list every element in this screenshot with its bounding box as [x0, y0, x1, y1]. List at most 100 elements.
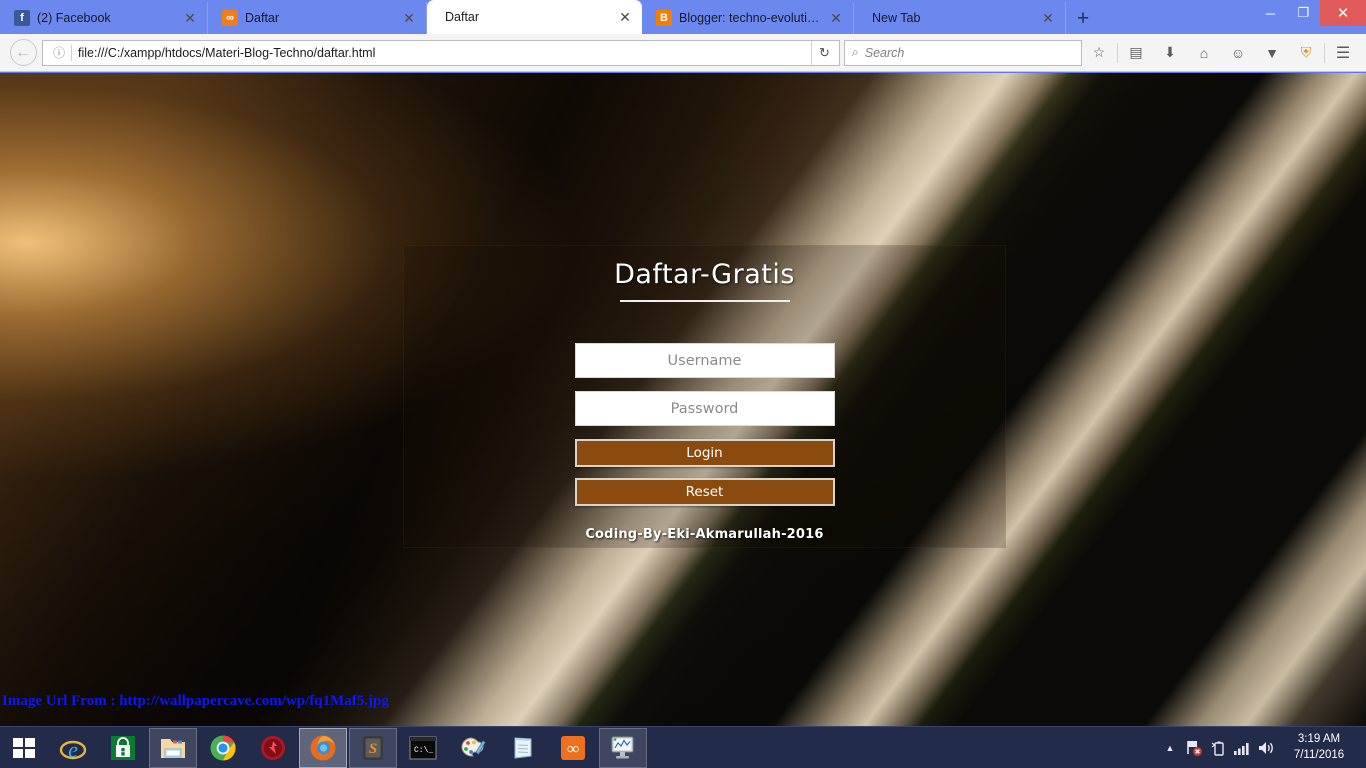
clock-date[interactable]: 3:19 AM 7/11/2016: [1278, 727, 1360, 768]
maximize-button[interactable]: ❐: [1287, 0, 1320, 26]
paint-icon[interactable]: [449, 728, 497, 768]
image-url-credit[interactable]: Image Url From : http://wallpapercave.co…: [2, 693, 389, 710]
toolbar-divider: [1117, 42, 1118, 63]
tab-close-icon[interactable]: ✕: [614, 6, 636, 28]
svg-text:e: e: [68, 737, 78, 762]
coding-credit-text: Coding-By-Eki-Akmarullah-2016: [585, 527, 824, 542]
browser-tab-daftar-active[interactable]: Daftar ✕: [427, 0, 642, 34]
signal-strength-icon[interactable]: [1230, 727, 1254, 768]
network-error-glyph: [1187, 740, 1202, 756]
facebook-icon: f: [14, 10, 30, 26]
title-underline: [619, 300, 790, 302]
monitor-graph-glyph: [611, 736, 634, 758]
tab-label: New Tab: [872, 11, 921, 25]
svg-text:∞: ∞: [567, 739, 579, 758]
svg-text:C:\_: C:\_: [414, 746, 433, 755]
tab-close-icon[interactable]: ✕: [398, 7, 420, 29]
search-icon: ⌕: [852, 45, 859, 59]
store-glyph: [111, 735, 135, 760]
sync-chat-icon[interactable]: ☺: [1221, 38, 1255, 68]
sublime-glyph: S: [363, 735, 383, 760]
tab-close-icon[interactable]: ✕: [1037, 7, 1059, 29]
battery-glyph: [1211, 740, 1224, 756]
firefox-icon[interactable]: [299, 727, 347, 768]
sublime-text-icon[interactable]: S: [349, 727, 397, 768]
toolbar-icon-group: ☆ ▤ ⬇ ⌂ ☺ ▼ ⛨ ☰: [1082, 38, 1360, 68]
login-button[interactable]: Login: [574, 439, 835, 467]
clock-time: 3:19 AM: [1297, 732, 1341, 745]
xampp-icon: ∞: [222, 10, 238, 26]
tab-strip: f (2) Facebook ✕ ∞ Daftar ✕ Daftar ✕ B B…: [0, 0, 1366, 34]
tab-strip-spacer: [1100, 2, 1254, 34]
page-viewport: Daftar-Gratis Username Password Login Re…: [0, 73, 1366, 726]
password-input[interactable]: Password: [574, 391, 835, 426]
windows-taskbar: e S C:\_ ∞ ▲ 3:19 AM 7/11/2016: [0, 726, 1366, 768]
username-input[interactable]: Username: [574, 343, 835, 378]
page-title: Daftar-Gratis: [614, 259, 795, 290]
site-identity-icon[interactable]: ⓘ: [49, 43, 69, 63]
tab-label: Blogger: techno-evolution...: [679, 11, 825, 25]
clock-date-value: 7/11/2016: [1293, 748, 1345, 761]
firefox-browser-window: f (2) Facebook ✕ ∞ Daftar ✕ Daftar ✕ B B…: [0, 0, 1366, 726]
new-tab-button[interactable]: +: [1066, 2, 1100, 34]
pocket-icon[interactable]: ▼: [1255, 38, 1289, 68]
tab-close-icon[interactable]: ✕: [825, 7, 847, 29]
urlbar-divider: [71, 44, 72, 61]
tab-label: (2) Facebook: [37, 11, 111, 25]
browser-tab-new-tab[interactable]: New Tab ✕: [854, 2, 1066, 34]
show-hidden-icons-icon[interactable]: ▲: [1158, 727, 1182, 768]
downloads-icon[interactable]: ⬇: [1153, 38, 1187, 68]
bookmark-star-icon[interactable]: ☆: [1082, 38, 1116, 68]
svg-text:S: S: [369, 741, 377, 757]
windows-logo-icon: [13, 737, 35, 758]
network-status-icon[interactable]: [1182, 727, 1206, 768]
notepad-icon[interactable]: [499, 728, 547, 768]
google-chrome-icon[interactable]: [199, 728, 247, 768]
tab-close-icon[interactable]: ✕: [179, 7, 201, 29]
search-placeholder: Search: [864, 45, 905, 60]
browser-tab-blogger[interactable]: B Blogger: techno-evolution... ✕: [642, 2, 854, 34]
ip-shield-icon[interactable]: ⛨: [1289, 38, 1323, 68]
resource-monitor-icon[interactable]: [599, 727, 647, 768]
xampp-icon[interactable]: ∞: [549, 728, 597, 768]
windows-store-icon[interactable]: [99, 728, 147, 768]
red-app-icon[interactable]: [249, 728, 297, 768]
reset-button[interactable]: Reset: [574, 478, 835, 506]
url-bar[interactable]: ⓘ file:///C:/xampp/htdocs/Materi-Blog-Te…: [42, 39, 840, 66]
xampp-glyph: ∞: [561, 735, 585, 760]
tab-label: Daftar: [245, 11, 280, 25]
folder-glyph: [161, 738, 185, 758]
reader-list-icon[interactable]: ▤: [1119, 38, 1153, 68]
home-icon[interactable]: ⌂: [1187, 38, 1221, 68]
url-text: file:///C:/xampp/htdocs/Materi-Blog-Tech…: [78, 45, 376, 60]
menu-hamburger-icon[interactable]: ☰: [1326, 38, 1360, 68]
firefox-glyph: [310, 735, 336, 760]
window-controls: ─ ❐ ✕: [1254, 0, 1366, 34]
reload-icon[interactable]: ↻: [811, 40, 837, 65]
paint-palette-glyph: [461, 736, 486, 757]
tab-label: Daftar: [445, 10, 480, 24]
system-tray: ▲ 3:19 AM 7/11/2016: [1158, 727, 1366, 768]
back-button[interactable]: ←: [6, 38, 40, 68]
minimize-button[interactable]: ─: [1254, 0, 1287, 26]
search-bar[interactable]: ⌕ Search: [844, 39, 1082, 66]
navigation-toolbar: ← ⓘ file:///C:/xampp/htdocs/Materi-Blog-…: [0, 34, 1366, 72]
speaker-glyph: [1259, 741, 1273, 754]
cmd-glyph: C:\_: [409, 736, 437, 759]
desktop-screen: f (2) Facebook ✕ ∞ Daftar ✕ Daftar ✕ B B…: [0, 0, 1366, 768]
command-prompt-icon[interactable]: C:\_: [399, 728, 447, 768]
volume-icon[interactable]: [1254, 727, 1278, 768]
signal-bars-glyph: [1234, 742, 1249, 755]
start-button[interactable]: [0, 727, 48, 768]
browser-tab-facebook[interactable]: f (2) Facebook ✕: [0, 2, 208, 34]
back-arrow-icon: ←: [9, 39, 37, 66]
file-explorer-icon[interactable]: [149, 727, 197, 768]
close-window-button[interactable]: ✕: [1320, 0, 1366, 26]
blogger-icon: B: [656, 10, 672, 26]
red-circle-glyph: [261, 735, 285, 760]
internet-explorer-icon[interactable]: e: [49, 728, 97, 768]
notepad-glyph: [514, 736, 532, 759]
browser-tab-daftar-1[interactable]: ∞ Daftar ✕: [208, 2, 427, 34]
battery-icon[interactable]: [1206, 727, 1230, 768]
login-card: Daftar-Gratis Username Password Login Re…: [403, 245, 1006, 548]
